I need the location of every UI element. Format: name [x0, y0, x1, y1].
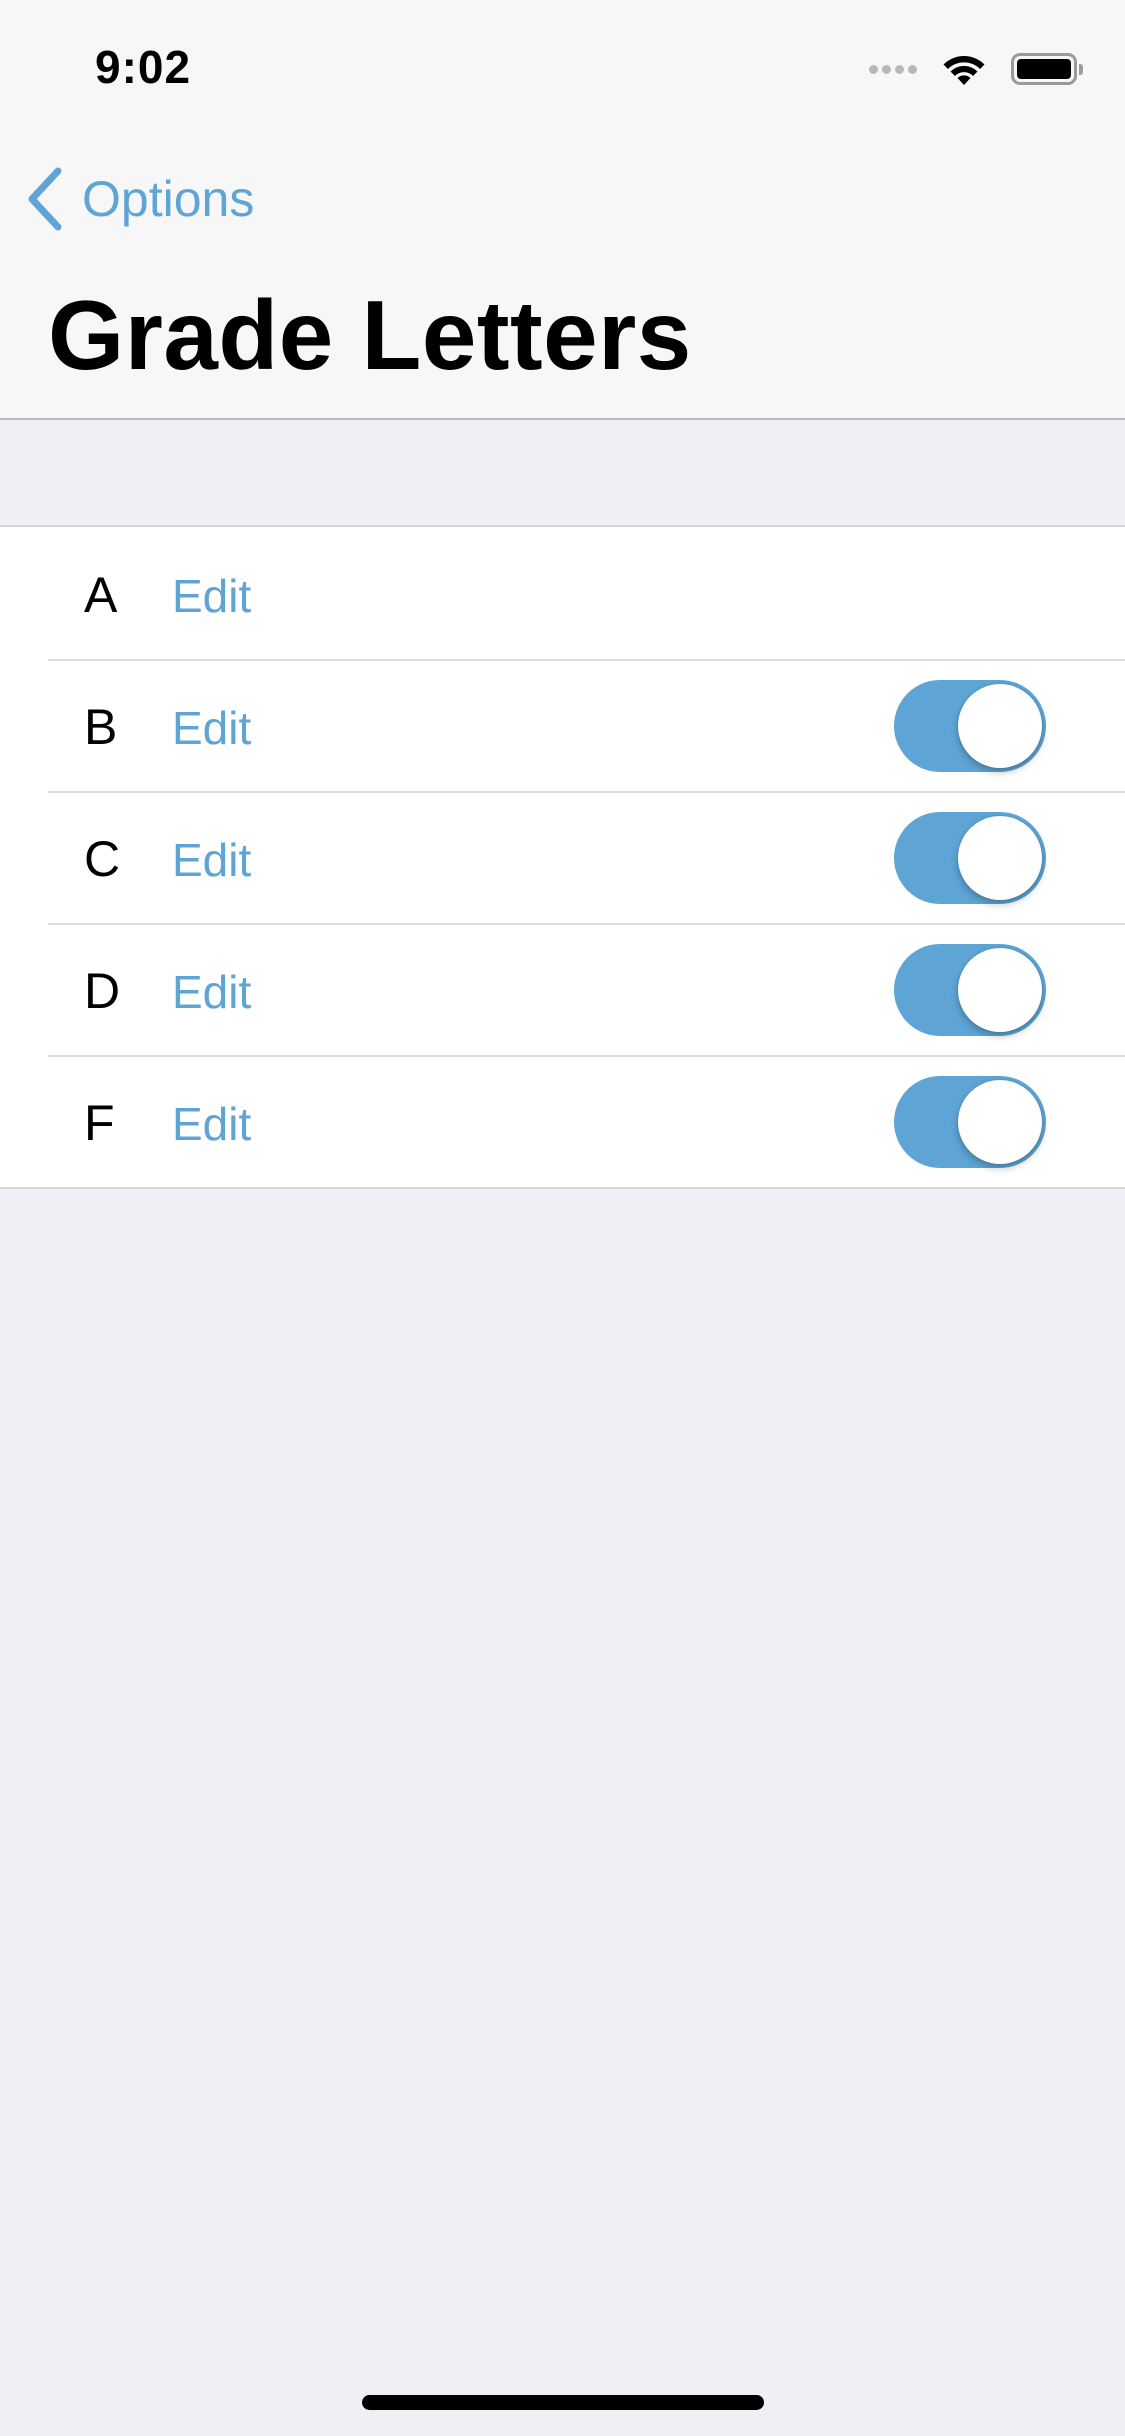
grade-row-b: B Edit	[0, 659, 1125, 791]
grade-letter: A	[84, 567, 118, 623]
grade-row-c: C Edit	[0, 791, 1125, 923]
grade-row-d: D Edit	[0, 923, 1125, 1055]
back-button[interactable]: Options	[24, 162, 254, 236]
grade-row-f: F Edit	[0, 1055, 1125, 1187]
toggle-knob	[958, 816, 1042, 900]
toggle-knob	[958, 948, 1042, 1032]
edit-button[interactable]: Edit	[172, 700, 251, 756]
page-title: Grade Letters	[48, 280, 692, 390]
home-indicator[interactable]	[362, 2395, 764, 2410]
wifi-icon	[943, 56, 985, 85]
edit-button[interactable]: Edit	[172, 568, 251, 624]
edit-button[interactable]: Edit	[172, 964, 251, 1020]
back-label: Options	[82, 171, 255, 227]
signal-dots-icon	[869, 64, 921, 74]
grade-letter: B	[84, 699, 118, 755]
grade-letters-list: A Edit B Edit C Edit D Edit F Edit	[0, 525, 1125, 1189]
edit-button[interactable]: Edit	[172, 832, 251, 888]
grade-letter: D	[84, 963, 121, 1019]
grade-row-a: A Edit	[0, 527, 1125, 659]
toggle-knob	[958, 684, 1042, 768]
edit-button[interactable]: Edit	[172, 1096, 251, 1152]
grade-letter: F	[84, 1095, 115, 1151]
status-time: 9:02	[95, 41, 192, 93]
status-icons	[869, 50, 1083, 88]
grade-toggle-f[interactable]	[894, 1076, 1046, 1168]
chevron-left-icon	[28, 167, 62, 231]
grade-toggle-b[interactable]	[894, 680, 1046, 772]
battery-icon	[1011, 53, 1083, 85]
toggle-knob	[958, 1080, 1042, 1164]
grade-letter: C	[84, 831, 121, 887]
grade-toggle-c[interactable]	[894, 812, 1046, 904]
navigation-header: 9:02 Options Grade Letters	[0, 0, 1125, 420]
grade-toggle-d[interactable]	[894, 944, 1046, 1036]
